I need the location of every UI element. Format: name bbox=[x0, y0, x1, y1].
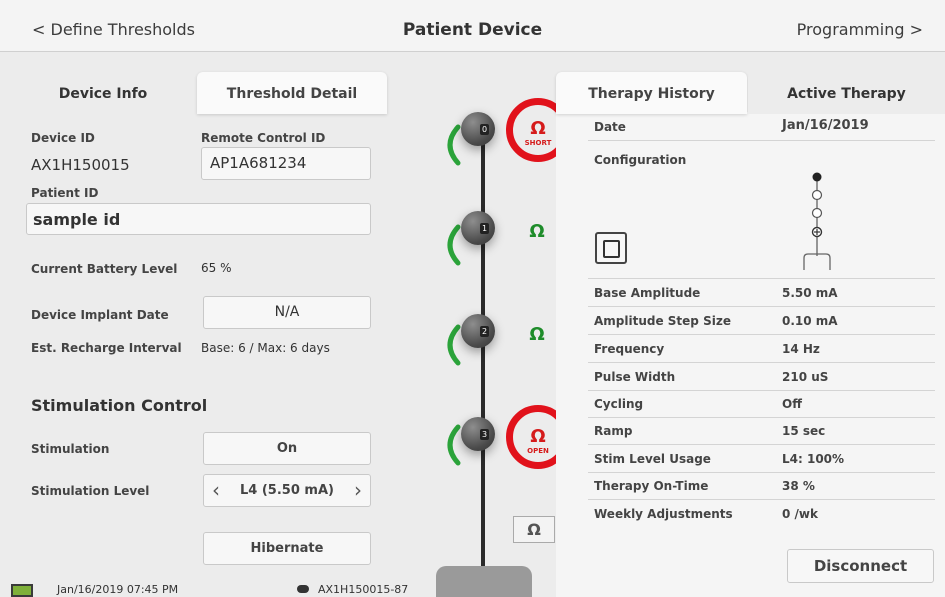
param-value: 0 /wk bbox=[782, 507, 818, 521]
short-status: SHORT bbox=[524, 139, 552, 147]
param-label: Stim Level Usage bbox=[594, 452, 711, 466]
header-bar: < Define Thresholds Patient Device Progr… bbox=[0, 0, 945, 52]
param-label: Weekly Adjustments bbox=[594, 507, 733, 521]
remote-id-field[interactable]: AP1A681234 bbox=[201, 147, 371, 180]
impedance-ok-indicator-1: Ω bbox=[529, 221, 545, 242]
divider bbox=[588, 334, 935, 335]
battery-value: 65 % bbox=[201, 261, 232, 275]
param-value: 14 Hz bbox=[782, 342, 820, 356]
param-value: L4: 100% bbox=[782, 452, 845, 466]
divider bbox=[588, 472, 935, 473]
divider bbox=[588, 390, 935, 391]
status-timestamp: Jan/16/2019 07:45 PM bbox=[57, 583, 179, 596]
param-value: 0.10 mA bbox=[782, 314, 838, 328]
recharge-value: Base: 6 / Max: 6 days bbox=[201, 341, 330, 355]
divider bbox=[588, 140, 935, 141]
divider bbox=[588, 306, 935, 307]
device-id-label: Device ID bbox=[31, 131, 95, 145]
divider bbox=[588, 362, 935, 363]
divider bbox=[588, 417, 935, 418]
status-device-connection: AX1H150015-87 bbox=[318, 583, 409, 596]
stimulation-toggle-button[interactable]: On bbox=[203, 432, 371, 465]
date-value: Jan/16/2019 bbox=[782, 118, 869, 133]
electrode-number: 2 bbox=[480, 326, 489, 337]
patient-id-field[interactable]: sample id bbox=[26, 203, 371, 235]
stimulation-level-label: Stimulation Level bbox=[31, 484, 150, 498]
electrode-3[interactable]: 3 bbox=[461, 417, 495, 451]
electrode-configuration-icon bbox=[803, 172, 831, 270]
open-status: OPEN bbox=[527, 447, 549, 455]
param-label: Therapy On-Time bbox=[594, 479, 709, 493]
param-label: Pulse Width bbox=[594, 370, 676, 384]
device-id-value: AX1H150015 bbox=[31, 156, 130, 174]
impedance-ok-indicator-2: Ω bbox=[529, 324, 545, 345]
tab-threshold-detail[interactable]: Threshold Detail bbox=[197, 72, 387, 114]
electrode-number: 0 bbox=[480, 124, 489, 135]
ohm-icon: Ω bbox=[530, 426, 546, 447]
notes-icon[interactable] bbox=[595, 232, 627, 264]
stimulation-label: Stimulation bbox=[31, 442, 110, 456]
tab-therapy-history[interactable]: Therapy History bbox=[556, 72, 747, 114]
lead-connector bbox=[436, 566, 532, 597]
tab-active-therapy[interactable]: Active Therapy bbox=[748, 72, 945, 114]
disconnect-button[interactable]: Disconnect bbox=[787, 549, 934, 583]
electrode-1[interactable]: 1 bbox=[461, 211, 495, 245]
param-value: 15 sec bbox=[782, 424, 826, 438]
stimulation-level-stepper: ‹ L4 (5.50 mA) › bbox=[203, 474, 371, 507]
stimulation-level-value: L4 (5.50 mA) bbox=[240, 483, 334, 498]
param-value: 38 % bbox=[782, 479, 815, 493]
param-label: Base Amplitude bbox=[594, 286, 701, 300]
impedance-short-indicator: Ω SHORT bbox=[515, 118, 561, 147]
electrode-number: 3 bbox=[480, 429, 489, 440]
param-value: Off bbox=[782, 397, 802, 411]
implant-date-field[interactable]: N/A bbox=[203, 296, 371, 329]
battery-status-icon bbox=[11, 584, 33, 597]
param-label: Amplitude Step Size bbox=[594, 314, 731, 328]
divider bbox=[588, 278, 935, 279]
electrode-number: 1 bbox=[480, 223, 489, 234]
forward-programming-link[interactable]: Programming > bbox=[797, 20, 923, 39]
hibernate-button[interactable]: Hibernate bbox=[203, 532, 371, 565]
patient-id-label: Patient ID bbox=[31, 186, 99, 200]
electrode-2[interactable]: 2 bbox=[461, 314, 495, 348]
param-label: Ramp bbox=[594, 424, 633, 438]
divider bbox=[588, 499, 935, 500]
date-label: Date bbox=[594, 120, 626, 134]
remote-id-label: Remote Control ID bbox=[201, 131, 326, 145]
param-label: Cycling bbox=[594, 397, 644, 411]
impedance-check-button[interactable]: Ω bbox=[513, 516, 555, 543]
electrode-0[interactable]: 0 bbox=[461, 112, 495, 146]
param-value: 210 uS bbox=[782, 370, 829, 384]
connection-icon bbox=[297, 585, 309, 593]
impedance-open-indicator: Ω OPEN bbox=[515, 426, 561, 455]
ohm-icon: Ω bbox=[530, 118, 546, 139]
divider bbox=[588, 444, 935, 445]
tab-device-info[interactable]: Device Info bbox=[10, 72, 196, 114]
implant-date-label: Device Implant Date bbox=[31, 308, 169, 322]
level-increase-chevron-icon[interactable]: › bbox=[354, 478, 362, 502]
configuration-label: Configuration bbox=[594, 153, 687, 167]
battery-label: Current Battery Level bbox=[31, 262, 178, 276]
stimulation-control-title: Stimulation Control bbox=[31, 396, 208, 415]
param-value: 5.50 mA bbox=[782, 286, 838, 300]
recharge-label: Est. Recharge Interval bbox=[31, 341, 182, 355]
param-label: Frequency bbox=[594, 342, 665, 356]
